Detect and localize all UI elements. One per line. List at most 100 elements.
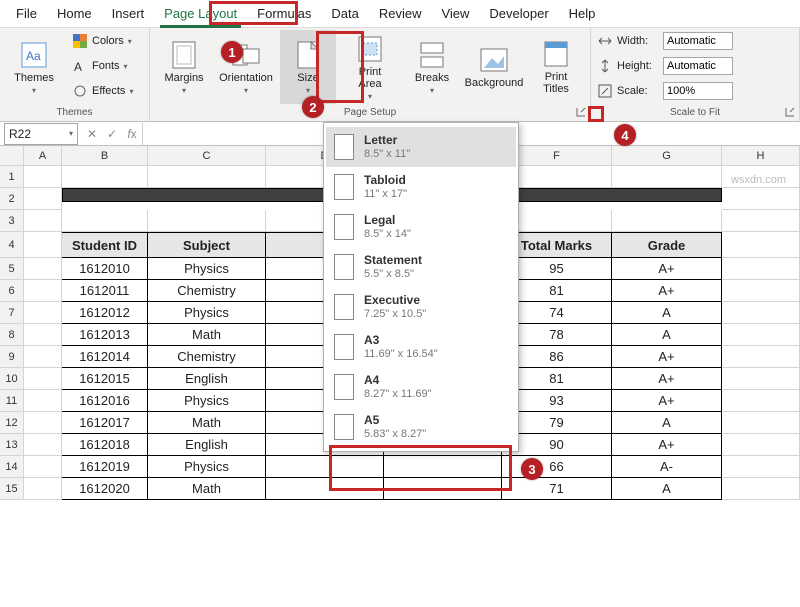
table-cell[interactable]: 66 bbox=[502, 456, 612, 478]
table-cell[interactable]: English bbox=[148, 434, 266, 456]
breaks-button[interactable]: Breaks▾ bbox=[404, 30, 460, 104]
table-cell[interactable]: A+ bbox=[612, 390, 722, 412]
row-header[interactable]: 11 bbox=[0, 390, 24, 412]
table-cell[interactable] bbox=[384, 456, 502, 478]
size-button[interactable]: Size▾ bbox=[280, 30, 336, 104]
themes-button[interactable]: Aa Themes ▾ bbox=[6, 30, 62, 104]
size-option-statement[interactable]: Statement5.5" x 8.5" bbox=[326, 247, 516, 287]
table-cell[interactable]: Physics bbox=[148, 302, 266, 324]
col-header[interactable]: C bbox=[148, 146, 266, 165]
enter-formula-icon[interactable]: ✓ bbox=[102, 127, 122, 141]
row-header[interactable]: 3 bbox=[0, 210, 24, 232]
table-cell[interactable]: A+ bbox=[612, 434, 722, 456]
table-cell[interactable]: 1612012 bbox=[62, 302, 148, 324]
table-cell[interactable]: Physics bbox=[148, 390, 266, 412]
row-header[interactable]: 2 bbox=[0, 188, 24, 210]
table-cell[interactable]: 1612020 bbox=[62, 478, 148, 500]
fonts-button[interactable]: A Fonts▾ bbox=[68, 55, 137, 77]
col-header[interactable]: B bbox=[62, 146, 148, 165]
table-cell[interactable]: 1612014 bbox=[62, 346, 148, 368]
table-cell[interactable]: A+ bbox=[612, 346, 722, 368]
cancel-formula-icon[interactable]: ✕ bbox=[82, 127, 102, 141]
table-cell[interactable]: Chemistry bbox=[148, 346, 266, 368]
col-header[interactable]: G bbox=[612, 146, 722, 165]
effects-button[interactable]: Effects▾ bbox=[68, 80, 137, 102]
row-header[interactable]: 4 bbox=[0, 232, 24, 258]
table-cell[interactable]: 1612010 bbox=[62, 258, 148, 280]
table-cell[interactable]: A bbox=[612, 478, 722, 500]
scale-input[interactable] bbox=[663, 82, 733, 100]
table-header-cell[interactable]: Grade bbox=[612, 232, 722, 258]
height-input[interactable] bbox=[663, 57, 733, 75]
table-cell[interactable]: A+ bbox=[612, 258, 722, 280]
table-cell[interactable]: A bbox=[612, 302, 722, 324]
name-box[interactable]: R22 ▾ bbox=[4, 123, 78, 145]
row-header[interactable]: 8 bbox=[0, 324, 24, 346]
row-header[interactable]: 9 bbox=[0, 346, 24, 368]
cell[interactable] bbox=[148, 166, 266, 188]
table-cell[interactable]: A+ bbox=[612, 368, 722, 390]
row-header[interactable]: 12 bbox=[0, 412, 24, 434]
table-cell[interactable]: Physics bbox=[148, 456, 266, 478]
table-cell[interactable]: Math bbox=[148, 324, 266, 346]
tab-file[interactable]: File bbox=[6, 2, 47, 27]
cell[interactable] bbox=[24, 210, 62, 232]
table-header-cell[interactable]: Subject bbox=[148, 232, 266, 258]
print-area-button[interactable]: Print Area▾ bbox=[342, 30, 398, 104]
table-cell[interactable]: 1612011 bbox=[62, 280, 148, 302]
table-cell[interactable] bbox=[266, 478, 384, 500]
col-header[interactable]: H bbox=[722, 146, 800, 165]
tab-review[interactable]: Review bbox=[369, 2, 432, 27]
margins-button[interactable]: Margins▾ bbox=[156, 30, 212, 104]
row-header[interactable]: 7 bbox=[0, 302, 24, 324]
row-header[interactable]: 14 bbox=[0, 456, 24, 478]
width-input[interactable] bbox=[663, 32, 733, 50]
size-option-executive[interactable]: Executive7.25" x 10.5" bbox=[326, 287, 516, 327]
row-header[interactable]: 13 bbox=[0, 434, 24, 456]
cell[interactable] bbox=[722, 210, 800, 232]
col-header[interactable]: A bbox=[24, 146, 62, 165]
table-cell[interactable]: 1612018 bbox=[62, 434, 148, 456]
cell[interactable] bbox=[148, 210, 266, 232]
scale-launcher[interactable] bbox=[783, 105, 797, 119]
tab-help[interactable]: Help bbox=[559, 2, 606, 27]
cell[interactable] bbox=[24, 188, 62, 210]
width-field[interactable]: Width: bbox=[597, 30, 733, 52]
table-cell[interactable]: 1612017 bbox=[62, 412, 148, 434]
table-cell[interactable]: Math bbox=[148, 412, 266, 434]
print-titles-button[interactable]: Print Titles bbox=[528, 30, 584, 104]
tab-page-layout[interactable]: Page Layout bbox=[154, 2, 247, 27]
height-field[interactable]: Height: bbox=[597, 55, 733, 77]
cell[interactable] bbox=[722, 188, 800, 210]
table-cell[interactable]: Chemistry bbox=[148, 280, 266, 302]
size-option-tabloid[interactable]: Tabloid11" x 17" bbox=[326, 167, 516, 207]
cell[interactable] bbox=[612, 210, 722, 232]
row-header[interactable]: 1 bbox=[0, 166, 24, 188]
table-cell[interactable]: Physics bbox=[148, 258, 266, 280]
table-cell[interactable]: A- bbox=[612, 456, 722, 478]
colors-button[interactable]: Colors▾ bbox=[68, 30, 137, 52]
table-cell[interactable]: 71 bbox=[502, 478, 612, 500]
row-header[interactable]: 15 bbox=[0, 478, 24, 500]
select-all-corner[interactable] bbox=[0, 146, 24, 165]
page-setup-launcher[interactable] bbox=[574, 105, 588, 119]
tab-formulas[interactable]: Formulas bbox=[247, 2, 321, 27]
cell[interactable] bbox=[62, 210, 148, 232]
table-cell[interactable]: 1612016 bbox=[62, 390, 148, 412]
table-cell[interactable]: A+ bbox=[612, 280, 722, 302]
row-header[interactable]: 10 bbox=[0, 368, 24, 390]
row-header[interactable]: 6 bbox=[0, 280, 24, 302]
background-button[interactable]: Background bbox=[466, 30, 522, 104]
table-cell[interactable] bbox=[384, 478, 502, 500]
size-option-legal[interactable]: Legal8.5" x 14" bbox=[326, 207, 516, 247]
table-cell[interactable]: 1612015 bbox=[62, 368, 148, 390]
table-cell[interactable]: 1612019 bbox=[62, 456, 148, 478]
cell[interactable] bbox=[612, 166, 722, 188]
size-option-a4[interactable]: A48.27" x 11.69" bbox=[326, 367, 516, 407]
fx-icon[interactable]: fx bbox=[122, 127, 142, 141]
table-header-cell[interactable]: Student ID bbox=[62, 232, 148, 258]
size-option-letter[interactable]: Letter8.5" x 11" bbox=[326, 127, 516, 167]
cell[interactable] bbox=[24, 166, 62, 188]
cell[interactable] bbox=[62, 166, 148, 188]
table-cell[interactable]: Math bbox=[148, 478, 266, 500]
